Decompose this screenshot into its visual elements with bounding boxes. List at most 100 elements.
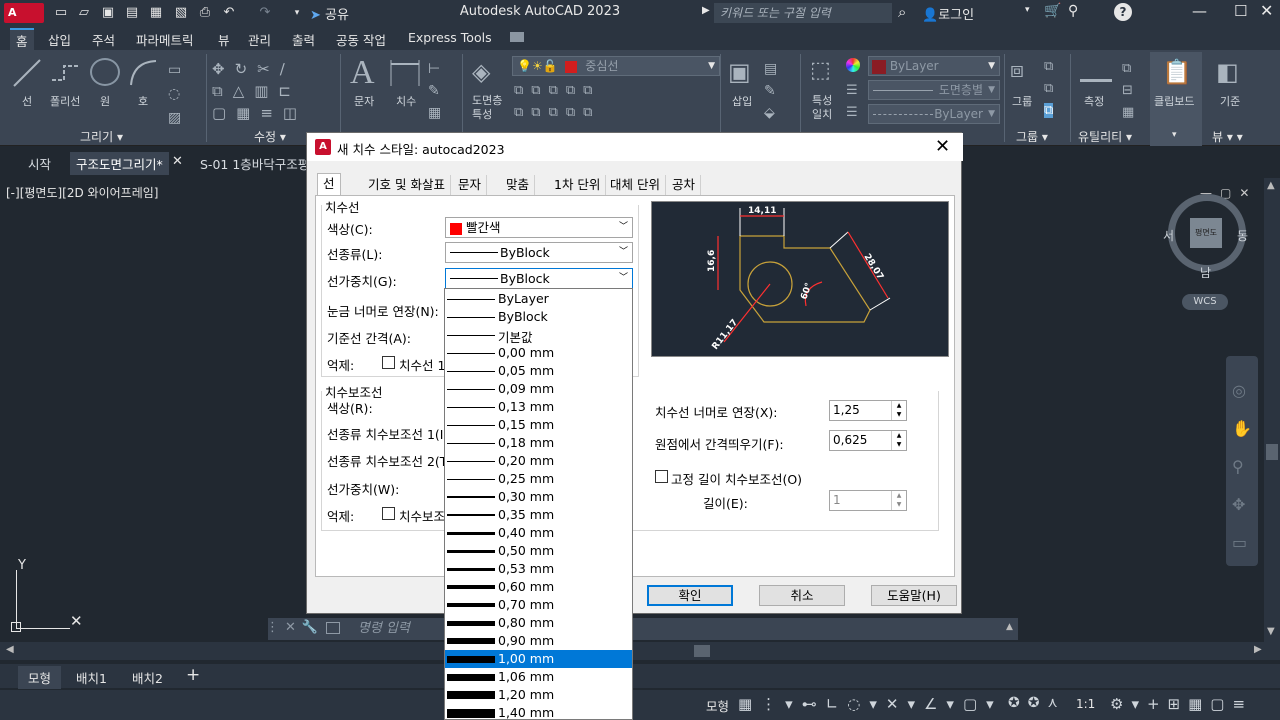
lineweight-dropdown-list[interactable]: ByLayer ByBlock 기본값 0,00 mm 0,05 mm 0,09 mm 0,… bbox=[444, 288, 633, 720]
layer-dropdown[interactable]: 💡☀🔓 중심선 ▼ bbox=[512, 56, 720, 76]
help-button[interactable]: 도움말(H) bbox=[871, 585, 957, 606]
match-properties-icon[interactable]: ⬚ bbox=[810, 58, 838, 88]
minimize-icon[interactable]: — bbox=[1192, 2, 1207, 20]
groups-group-label[interactable]: 그룹 ▾ bbox=[1016, 128, 1048, 145]
tab-symbols-arrows[interactable]: 기호 및 화살표 bbox=[363, 175, 451, 195]
layer-properties-icon[interactable]: ◈ bbox=[472, 58, 504, 90]
color-wheel-icon[interactable] bbox=[846, 58, 860, 72]
tab-model[interactable]: 모형 bbox=[18, 666, 62, 689]
lineweight-option[interactable]: 0,13 mm bbox=[445, 398, 632, 416]
annotation-scale[interactable]: 1:1 bbox=[1076, 697, 1095, 711]
tab-drawing-active[interactable]: 구조도면그리기* bbox=[70, 152, 169, 175]
keyword-search-input[interactable]: 키워드 또는 구절 입력 bbox=[714, 3, 892, 23]
tab-output[interactable]: 출력 bbox=[292, 30, 315, 49]
close-window-icon[interactable]: ✕ bbox=[1260, 1, 1273, 20]
insert-block-icon[interactable]: ▣ bbox=[728, 58, 756, 88]
wcs-menu[interactable]: WCS bbox=[1182, 294, 1228, 310]
layer-tool-icons[interactable]: ⧉⧉⧉⧉⧉ ⧉⧉⧉⧉⧉ bbox=[514, 80, 634, 124]
tab-manage[interactable]: 관리 bbox=[248, 30, 271, 49]
tab-insert[interactable]: 삽입 bbox=[48, 30, 71, 49]
command-line-controls[interactable]: ⋮✕🔧 bbox=[266, 620, 324, 635]
save-icon[interactable]: ▣ bbox=[99, 3, 117, 23]
modify-group-label[interactable]: 수정 ▾ bbox=[254, 128, 286, 145]
tab-parametric[interactable]: 파라메트릭 bbox=[136, 30, 194, 49]
model-space-button[interactable]: 모형 bbox=[706, 696, 729, 715]
tab-layout1[interactable]: 배치1 bbox=[76, 668, 107, 687]
spinner-icon[interactable]: ▲ ▼ bbox=[891, 401, 906, 420]
lineweight-option[interactable]: 0,15 mm bbox=[445, 416, 632, 434]
lineweight-option[interactable]: 0,05 mm bbox=[445, 362, 632, 380]
quick-access-menu-icon[interactable]: ▾ bbox=[288, 3, 306, 23]
lineweight-option[interactable]: 기본값 bbox=[445, 326, 632, 345]
tab-home[interactable]: 홈 bbox=[10, 28, 34, 51]
tab-view[interactable]: 뷰 bbox=[218, 30, 230, 49]
help-icon[interactable]: ? bbox=[1114, 3, 1132, 21]
polyline-icon[interactable] bbox=[50, 58, 80, 88]
lineweight-option[interactable]: 0,30 mm bbox=[445, 488, 632, 506]
vscroll-thumb[interactable] bbox=[1266, 444, 1278, 460]
lineweight-dropdown[interactable]: ByLayer ▼ bbox=[868, 104, 1000, 124]
maximize-icon[interactable]: ☐ bbox=[1234, 2, 1247, 20]
vertical-scrollbar[interactable]: ▲ ▼ bbox=[1264, 178, 1280, 642]
ribbon-toggle-icon[interactable] bbox=[510, 32, 524, 42]
close-tab-icon[interactable]: ✕ bbox=[172, 154, 183, 169]
linetype-dropdown[interactable]: 도면층별 ▼ bbox=[868, 80, 1000, 100]
lineweight-option[interactable]: 0,09 mm bbox=[445, 380, 632, 398]
horizontal-scrollbar[interactable]: ◀ ▶ bbox=[0, 642, 1280, 660]
dialog-close-icon[interactable]: ✕ bbox=[935, 136, 950, 157]
plot-icon[interactable]: ⎙ bbox=[196, 3, 214, 23]
length-input[interactable]: 1 ▲ ▼ bbox=[829, 490, 907, 511]
new-file-icon[interactable]: ▭ bbox=[52, 3, 70, 23]
viewport-controls[interactable]: [-][평면도][2D 와이어프레임] bbox=[6, 184, 158, 201]
nav-tool-icons[interactable]: ◎ ✋ ⚲ ✥ ▭ bbox=[1232, 372, 1252, 562]
tab-annotate[interactable]: 주석 bbox=[92, 30, 115, 49]
spinner-icon[interactable]: ▲ ▼ bbox=[891, 431, 906, 450]
open-web-icon[interactable]: ▦ bbox=[147, 3, 165, 23]
lineweight-option[interactable]: ByBlock bbox=[445, 308, 632, 326]
command-history-icon[interactable] bbox=[326, 622, 340, 634]
annotation-toggles[interactable]: ✪✪⋏ bbox=[1008, 695, 1066, 711]
scroll-right-icon[interactable]: ▶ bbox=[1254, 644, 1262, 655]
cancel-button[interactable]: 취소 bbox=[759, 585, 845, 606]
save-web-icon[interactable]: ▧ bbox=[172, 3, 190, 23]
fixed-length-checkbox[interactable] bbox=[655, 470, 668, 483]
line-icon[interactable] bbox=[12, 58, 42, 88]
color-dropdown[interactable]: ByLayer ▼ bbox=[868, 56, 1000, 76]
lineweight-option[interactable]: 1,20 mm bbox=[445, 686, 632, 704]
scroll-up-icon[interactable]: ▲ bbox=[1267, 180, 1275, 191]
offset-from-origin-input[interactable]: 0,625 ▲ ▼ bbox=[829, 430, 907, 451]
lineweight-option[interactable]: 0,35 mm bbox=[445, 506, 632, 524]
redo-icon[interactable]: ↷ bbox=[256, 3, 274, 23]
tab-lines[interactable]: 선 bbox=[317, 173, 341, 195]
connect-icon[interactable]: ⚲ bbox=[1068, 3, 1078, 19]
navigation-bar[interactable]: ◎ ✋ ⚲ ✥ ▭ bbox=[1226, 356, 1258, 566]
lineweight-option[interactable]: 0,00 mm bbox=[445, 344, 632, 362]
dimension-icon[interactable] bbox=[388, 58, 422, 88]
tab-primary-units[interactable]: 1차 단위 bbox=[549, 175, 607, 195]
utility-tool-icons[interactable]: ⧉ ⊟ ▦ bbox=[1122, 58, 1142, 124]
app-menu-button[interactable]: A CAD bbox=[4, 3, 44, 39]
status-tool-icons[interactable]: ⚙▾+⊞▦▢≡ bbox=[1110, 695, 1253, 713]
draw-group-label[interactable]: 그리기 ▾ bbox=[80, 128, 123, 145]
lineweight-option[interactable]: 0,70 mm bbox=[445, 596, 632, 614]
lineweight-option[interactable]: 1,00 mm bbox=[445, 650, 632, 668]
login-button[interactable]: 👤로그인 bbox=[922, 4, 974, 23]
viewcube-face[interactable]: 평면도 bbox=[1190, 218, 1222, 248]
lineweight-option[interactable]: 0,90 mm bbox=[445, 632, 632, 650]
drafting-toggles[interactable]: ▦⋮▾⊷∟◌▾✕▾∠▾▢▾ bbox=[738, 695, 1003, 713]
lineweight-option[interactable]: 1,40 mm bbox=[445, 704, 632, 719]
lineweight-option[interactable]: ByLayer bbox=[445, 290, 632, 308]
circle-icon[interactable] bbox=[90, 58, 120, 86]
modify-tools-icons[interactable]: ✥↻✂∕ ⧉△▥⊏ ▢▦≡◫ bbox=[212, 58, 336, 122]
utilities-group-label[interactable]: 유틸리티 ▾ bbox=[1078, 128, 1132, 145]
measure-icon[interactable] bbox=[1080, 62, 1112, 82]
lineweight-option[interactable]: 0,25 mm bbox=[445, 470, 632, 488]
login-dropdown-icon[interactable]: ▾ bbox=[1025, 5, 1030, 15]
view-group-label[interactable]: 뷰 ▾ ▾ bbox=[1212, 128, 1243, 145]
tab-fit[interactable]: 맞춤 bbox=[501, 175, 536, 195]
text-icon[interactable]: A bbox=[350, 54, 375, 92]
chevron-right-icon[interactable]: ▶ bbox=[702, 5, 710, 16]
tab-collaborate[interactable]: 공동 작업 bbox=[336, 30, 386, 49]
add-layout-icon[interactable]: + bbox=[186, 665, 200, 685]
lineweight-option[interactable]: 0,53 mm bbox=[445, 560, 632, 578]
